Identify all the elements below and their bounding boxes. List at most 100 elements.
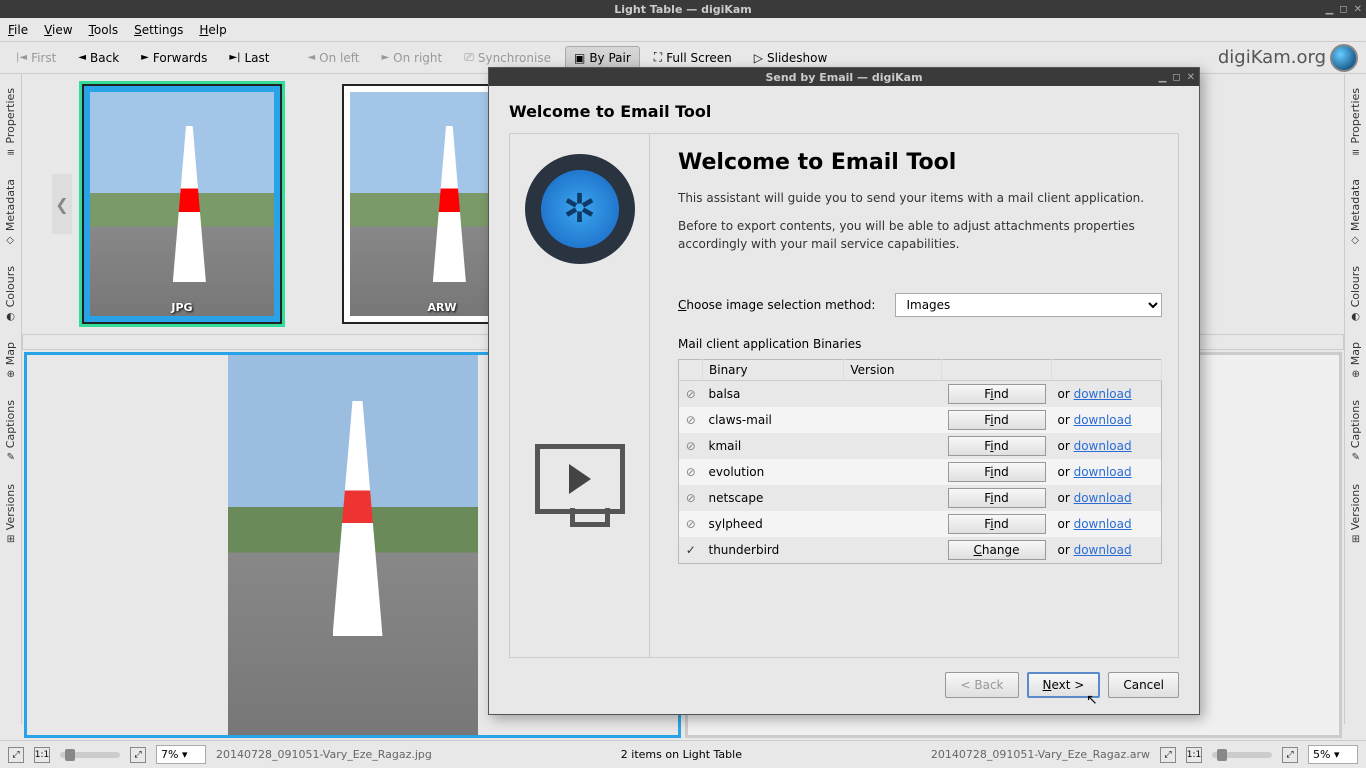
- cancel-button[interactable]: Cancel: [1108, 672, 1179, 698]
- slideshow-button[interactable]: ▷Slideshow: [746, 47, 836, 69]
- menu-file[interactable]: File: [8, 23, 28, 37]
- dialog-para1: This assistant will guide you to send yo…: [678, 189, 1162, 207]
- full-screen-button[interactable]: ⛶Full Screen: [646, 46, 740, 69]
- fullscreen-icon: ⛶: [654, 50, 662, 65]
- actual-size-right-icon[interactable]: 1:1: [1186, 747, 1202, 763]
- monitor-play-icon: [535, 444, 625, 514]
- dialog-close-icon[interactable]: ✕: [1187, 72, 1195, 83]
- th-version: Version: [844, 360, 942, 381]
- find-button[interactable]: Find: [948, 384, 1046, 404]
- binaries-table: Binary Version ⊘balsaFindor download⊘cla…: [678, 359, 1162, 564]
- table-row: ⊘balsaFindor download: [679, 381, 1162, 408]
- back-button[interactable]: ◄Back: [70, 47, 127, 69]
- preview-image-left: [228, 355, 478, 735]
- th-binary: Binary: [703, 360, 844, 381]
- tab-properties-left[interactable]: ≡Properties: [2, 78, 19, 169]
- sync-icon: ⎚: [464, 50, 474, 65]
- tab-metadata-left[interactable]: ◇Metadata: [2, 169, 19, 256]
- binary-version: [844, 407, 942, 433]
- dialog-buttons: < Back Next > Cancel: [509, 658, 1179, 698]
- by-pair-button[interactable]: ▣By Pair: [565, 46, 640, 70]
- check-icon: ✓: [679, 537, 703, 564]
- on-left-button[interactable]: ◄On left: [299, 47, 367, 69]
- download-link[interactable]: download: [1074, 439, 1132, 453]
- dialog-sidebar: ✲: [510, 134, 650, 657]
- filename-left: 20140728_091051-Vary_Eze_Ragaz.jpg: [216, 748, 432, 761]
- find-button[interactable]: Find: [948, 436, 1046, 456]
- dialog-minimize-icon[interactable]: ▁: [1159, 72, 1167, 83]
- zoom-value-right[interactable]: 5% ▾: [1308, 745, 1358, 764]
- download-link[interactable]: download: [1074, 465, 1132, 479]
- maximize-icon[interactable]: ◻: [1339, 4, 1347, 15]
- tab-properties-right[interactable]: ≡Properties: [1347, 78, 1364, 169]
- close-icon[interactable]: ✕: [1354, 4, 1362, 15]
- forwards-button[interactable]: ►Forwards: [133, 47, 215, 69]
- window-title: Light Table — digiKam: [614, 3, 752, 16]
- binary-name: evolution: [703, 459, 844, 485]
- menu-settings[interactable]: Settings: [134, 23, 183, 37]
- binary-version: [844, 381, 942, 408]
- menu-view[interactable]: View: [44, 23, 72, 37]
- left-side-tabs: ≡Properties ◇Metadata ◐Colours ⊕Map ✎Cap…: [0, 74, 22, 724]
- download-link[interactable]: download: [1074, 543, 1132, 557]
- right-side-tabs: ≡Properties ◇Metadata ◐Colours ⊕Map ✎Cap…: [1344, 74, 1366, 724]
- binaries-label: Mail client application Binaries: [678, 337, 1162, 351]
- change-button[interactable]: Change: [948, 540, 1046, 560]
- choose-label: Choose image selection method:: [678, 298, 875, 312]
- tab-metadata-right[interactable]: ◇Metadata: [1347, 169, 1364, 256]
- slideshow-icon: ▷: [754, 51, 763, 65]
- zoom-slider-left[interactable]: [60, 752, 120, 758]
- find-button[interactable]: Find: [948, 462, 1046, 482]
- first-button[interactable]: |◄First: [8, 47, 64, 69]
- zoom-value-left[interactable]: 7% ▾: [156, 745, 206, 764]
- find-button[interactable]: Find: [948, 410, 1046, 430]
- find-button[interactable]: Find: [948, 488, 1046, 508]
- tab-colours-left[interactable]: ◐Colours: [2, 256, 19, 332]
- table-row: ✓thunderbirdChangeor download: [679, 537, 1162, 564]
- dialog-para2: Before to export contents, you will be a…: [678, 217, 1162, 253]
- tab-versions-left[interactable]: ⊞Versions: [2, 474, 19, 555]
- tab-versions-right[interactable]: ⊞Versions: [1347, 474, 1364, 555]
- synchronise-button[interactable]: ⎚Synchronise: [456, 46, 559, 69]
- binary-name: thunderbird: [703, 537, 844, 564]
- back-button-dialog[interactable]: < Back: [945, 672, 1018, 698]
- download-link[interactable]: download: [1074, 413, 1132, 427]
- pair-icon: ▣: [574, 51, 585, 65]
- zoom-slider-right[interactable]: [1212, 752, 1272, 758]
- tab-captions-left[interactable]: ✎Captions: [2, 390, 19, 473]
- actual-size-left-icon[interactable]: 1:1: [34, 747, 50, 763]
- menubar: File View Tools Settings Help: [0, 18, 1366, 42]
- dialog-titlebar[interactable]: Send by Email — digiKam ▁ ◻ ✕: [489, 68, 1199, 86]
- lens-icon: ✲: [525, 154, 635, 264]
- tab-map-right[interactable]: ⊕Map: [1347, 332, 1364, 390]
- fit-window-left-icon[interactable]: ⤢: [8, 747, 24, 763]
- thumb-nav-left[interactable]: ❮: [52, 174, 72, 234]
- on-right-button[interactable]: ►On right: [373, 47, 450, 69]
- zoom-reset-right-icon[interactable]: ⤢: [1282, 747, 1298, 763]
- dialog-maximize-icon[interactable]: ◻: [1172, 72, 1180, 83]
- menu-tools[interactable]: Tools: [89, 23, 119, 37]
- menu-help[interactable]: Help: [199, 23, 226, 37]
- selection-method-select[interactable]: Images: [895, 293, 1162, 317]
- download-link[interactable]: download: [1074, 517, 1132, 531]
- last-button[interactable]: ►|Last: [221, 47, 277, 69]
- tab-colours-right[interactable]: ◐Colours: [1347, 256, 1364, 332]
- email-tool-dialog: Send by Email — digiKam ▁ ◻ ✕ Welcome to…: [488, 67, 1200, 715]
- find-button[interactable]: Find: [948, 514, 1046, 534]
- table-row: ⊘kmailFindor download: [679, 433, 1162, 459]
- binary-version: [844, 537, 942, 564]
- tab-map-left[interactable]: ⊕Map: [2, 332, 19, 390]
- table-row: ⊘netscapeFindor download: [679, 485, 1162, 511]
- fit-window-right-icon[interactable]: ⤢: [1160, 747, 1176, 763]
- zoom-reset-left-icon[interactable]: ⤢: [130, 747, 146, 763]
- download-link[interactable]: download: [1074, 491, 1132, 505]
- thumbnail-jpg[interactable]: JPG: [82, 84, 282, 324]
- status-center: 2 items on Light Table: [442, 748, 921, 761]
- tab-captions-right[interactable]: ✎Captions: [1347, 390, 1364, 473]
- main-titlebar: Light Table — digiKam ▁ ◻ ✕: [0, 0, 1366, 18]
- minimize-icon[interactable]: ▁: [1326, 4, 1334, 15]
- binary-name: claws-mail: [703, 407, 844, 433]
- download-link[interactable]: download: [1074, 387, 1132, 401]
- next-button[interactable]: Next >: [1027, 672, 1101, 698]
- binary-version: [844, 511, 942, 537]
